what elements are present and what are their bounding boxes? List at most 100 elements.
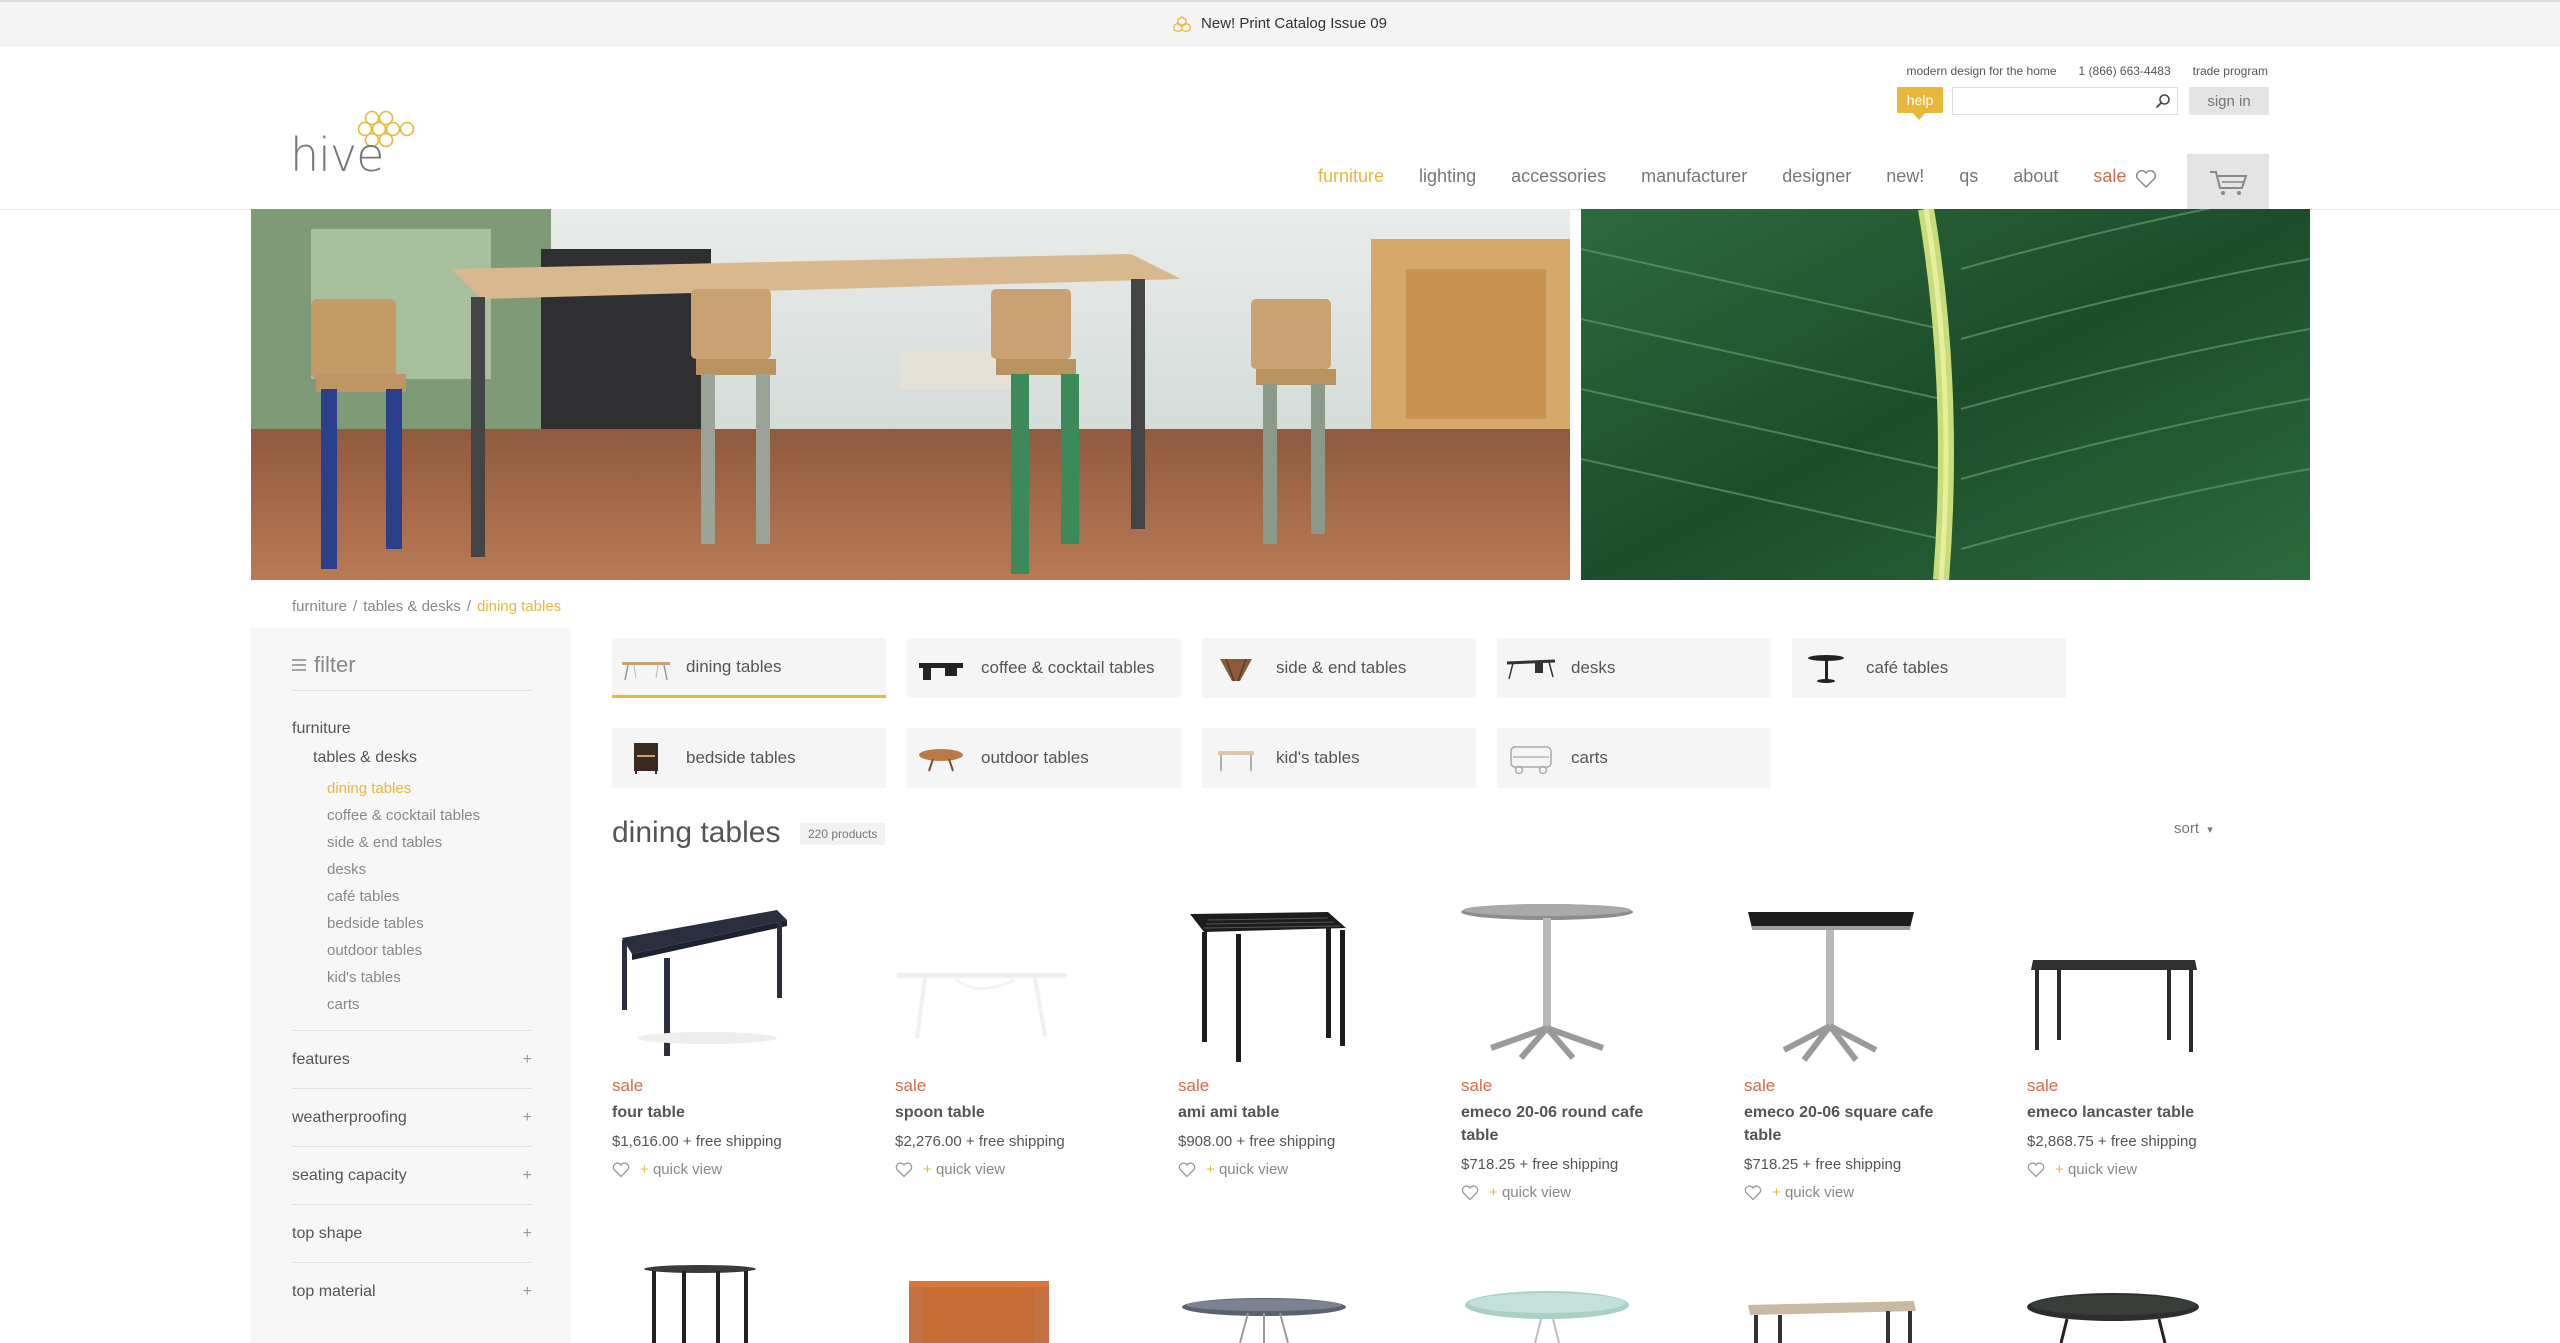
filter-item-bedside-tables[interactable]: bedside tables [327, 914, 480, 941]
product-name[interactable]: four table [612, 1101, 822, 1124]
kids-table-icon [1218, 751, 1254, 771]
tile-dining-tables[interactable]: dining tables [612, 638, 886, 698]
product-card[interactable]: sale emeco 20-06 square cafe table $718.… [1744, 898, 1984, 1208]
hero-image-dining-room [251, 209, 1570, 580]
heart-icon[interactable] [1461, 1185, 1479, 1201]
facet-label: top shape [292, 1224, 363, 1242]
quick-view-link[interactable]: + quick view [1489, 1184, 1571, 1201]
site-logo[interactable]: hive [290, 108, 430, 182]
facet-weatherproofing[interactable]: weatherproofing + [292, 1088, 532, 1146]
tile-side-end-tables[interactable]: side & end tables [1202, 638, 1476, 698]
product-image[interactable] [1461, 898, 1661, 1066]
breadcrumb-tables-desks[interactable]: tables & desks [363, 598, 461, 615]
product-name[interactable]: emeco 20-06 round cafe table [1461, 1101, 1671, 1147]
tile-label: outdoor tables [981, 748, 1089, 767]
product-image[interactable] [895, 898, 1095, 1066]
product-name[interactable]: ami ami table [1178, 1101, 1388, 1124]
tile-kids-tables[interactable]: kid's tables [1202, 728, 1476, 788]
product-image[interactable] [612, 1263, 812, 1343]
product-actions: + quick view [612, 1161, 722, 1178]
search-icon[interactable] [2155, 93, 2171, 109]
filter-item-carts[interactable]: carts [327, 995, 480, 1022]
tile-desks[interactable]: desks [1497, 638, 1771, 698]
facet-features[interactable]: features + [292, 1030, 532, 1088]
tile-outdoor-tables[interactable]: outdoor tables [907, 728, 1181, 788]
product-image[interactable] [2027, 1263, 2227, 1343]
facet-top-shape[interactable]: top shape + [292, 1204, 532, 1262]
nav-designer[interactable]: designer [1782, 166, 1851, 187]
facet-top-material[interactable]: top material + [292, 1262, 532, 1320]
product-image[interactable] [1178, 898, 1378, 1066]
nav-lighting[interactable]: lighting [1419, 166, 1476, 187]
filter-item-desks[interactable]: desks [327, 860, 480, 887]
tile-bedside-tables[interactable]: bedside tables [612, 728, 886, 788]
tile-label: coffee & cocktail tables [981, 658, 1155, 677]
nav-about[interactable]: about [2013, 166, 2058, 187]
heart-icon[interactable] [2027, 1162, 2045, 1178]
product-name[interactable]: emeco lancaster table [2027, 1101, 2237, 1124]
facet-seating-capacity[interactable]: seating capacity + [292, 1146, 532, 1204]
tile-cafe-tables[interactable]: café tables [1792, 638, 2066, 698]
tile-carts[interactable]: carts [1497, 728, 1771, 788]
nav-sale[interactable]: sale [2093, 166, 2126, 187]
sale-badge: sale [895, 1076, 927, 1095]
filter-item-dining-tables[interactable]: dining tables [327, 779, 480, 806]
quick-view-link[interactable]: + quick view [2055, 1161, 2137, 1178]
breadcrumb-furniture[interactable]: furniture [292, 598, 347, 615]
wishlist-heart-icon[interactable] [2135, 169, 2157, 189]
tile-coffee-cocktail-tables[interactable]: coffee & cocktail tables [907, 638, 1181, 698]
quick-view-link[interactable]: + quick view [640, 1161, 722, 1178]
product-card[interactable]: sale four table $1,616.00 + free shippin… [612, 898, 852, 1188]
nav-furniture[interactable]: furniture [1318, 166, 1384, 187]
sign-in-button[interactable]: sign in [2189, 87, 2269, 115]
quick-view-link[interactable]: + quick view [923, 1161, 1005, 1178]
tile-label: side & end tables [1276, 658, 1407, 677]
product-card[interactable]: sale spoon table $2,276.00 + free shippi… [895, 898, 1135, 1188]
heart-icon[interactable] [895, 1162, 913, 1178]
product-image[interactable] [612, 898, 812, 1066]
product-card[interactable]: sale ami ami table $908.00 + free shippi… [1178, 898, 1418, 1188]
announcement-bar[interactable]: New! Print Catalog Issue 09 [0, 0, 2560, 46]
product-name[interactable]: emeco 20-06 square cafe table [1744, 1101, 1954, 1147]
search-input[interactable] [1952, 87, 2178, 115]
filter-item-side-end-tables[interactable]: side & end tables [327, 833, 480, 860]
announcement-text[interactable]: New! Print Catalog Issue 09 [1201, 15, 1387, 32]
quick-view-link[interactable]: + quick view [1772, 1184, 1854, 1201]
filter-category-tables-desks[interactable]: tables & desks [313, 749, 417, 767]
sort-dropdown[interactable]: sort ▾ [2174, 820, 2213, 837]
filter-category-furniture[interactable]: furniture [292, 720, 351, 738]
sale-badge: sale [1178, 1076, 1210, 1095]
product-image[interactable] [1461, 1263, 1661, 1343]
product-actions: + quick view [895, 1161, 1005, 1178]
filter-item-coffee-cocktail-tables[interactable]: coffee & cocktail tables [327, 806, 480, 833]
nav-new[interactable]: new! [1886, 166, 1924, 187]
heart-icon[interactable] [1178, 1162, 1196, 1178]
product-image[interactable] [1744, 898, 1944, 1066]
facet-label: top material [292, 1282, 376, 1300]
filter-item-kids-tables[interactable]: kid's tables [327, 968, 480, 995]
nav-accessories[interactable]: accessories [1511, 166, 1606, 187]
product-name[interactable]: spoon table [895, 1101, 1105, 1124]
product-image[interactable] [1178, 1263, 1378, 1343]
product-image[interactable] [895, 1263, 1095, 1343]
product-image[interactable] [1744, 1263, 1944, 1343]
phone-link[interactable]: 1 (866) 663-4483 [2079, 64, 2171, 78]
filter-toggle[interactable]: filter [292, 652, 356, 678]
nav-qs[interactable]: qs [1959, 166, 1978, 187]
heart-icon[interactable] [612, 1162, 630, 1178]
side-table-icon [1220, 658, 1252, 682]
cart-button[interactable] [2187, 154, 2269, 210]
product-card[interactable]: sale emeco lancaster table $2,868.75 + f… [2027, 898, 2267, 1188]
product-image[interactable] [2027, 898, 2227, 1066]
facet-label: seating capacity [292, 1166, 407, 1184]
nav-manufacturer[interactable]: manufacturer [1641, 166, 1747, 187]
heart-icon[interactable] [1744, 1185, 1762, 1201]
help-button[interactable]: help [1897, 87, 1943, 120]
utility-links: modern design for the home 1 (866) 663-4… [1906, 64, 2268, 78]
quick-view-link[interactable]: + quick view [1206, 1161, 1288, 1178]
product-card[interactable]: sale emeco 20-06 round cafe table $718.2… [1461, 898, 1701, 1208]
product-actions: + quick view [1461, 1184, 1571, 1201]
filter-item-outdoor-tables[interactable]: outdoor tables [327, 941, 480, 968]
trade-program-link[interactable]: trade program [2193, 64, 2268, 78]
filter-item-cafe-tables[interactable]: café tables [327, 887, 480, 914]
